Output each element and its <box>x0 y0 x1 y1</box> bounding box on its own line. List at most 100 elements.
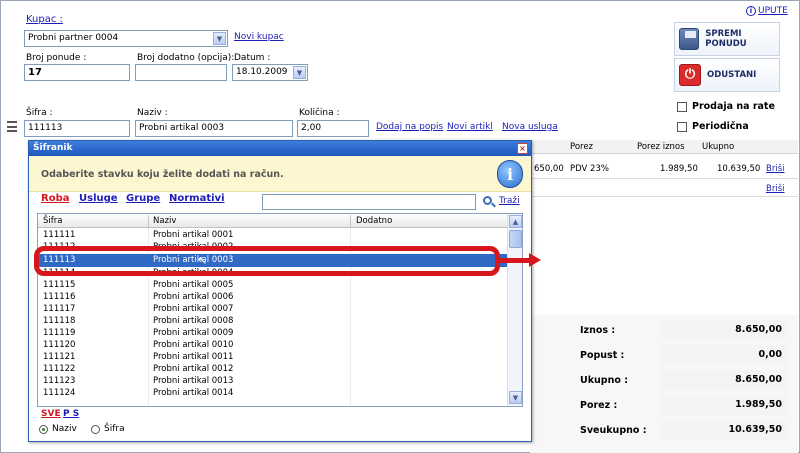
row-name: Probni artikal 0011 <box>153 352 234 362</box>
installments-checkbox[interactable] <box>677 102 687 112</box>
installments-label: Prodaja na rate <box>692 101 775 112</box>
sort-by-code-radio[interactable] <box>91 425 100 434</box>
row-code: 111118 <box>43 316 76 326</box>
row-code: 111123 <box>43 376 76 386</box>
date-label: Datum : <box>234 53 271 63</box>
list-icon[interactable] <box>7 121 17 132</box>
date-value: 18.10.2009 <box>236 67 288 77</box>
vertical-scrollbar[interactable]: ▲ ▼ <box>507 214 522 406</box>
extra-number-input[interactable] <box>135 64 227 81</box>
row-code: 111115 <box>43 280 76 290</box>
row-code: 111124 <box>43 388 76 398</box>
filter-all-link[interactable]: SVE <box>41 409 61 419</box>
item-name-label: Naziv : <box>137 108 168 118</box>
filter-ps-link[interactable]: P S <box>63 409 79 419</box>
catalog-list[interactable]: Šifra Naziv Dodatno 111111 Probni artikal… <box>37 213 523 407</box>
table-row[interactable]: 111117 Probni artikal 0007 <box>38 303 508 315</box>
customer-label[interactable]: Kupac : <box>26 14 63 25</box>
table-row[interactable]: 111115 Probni artikal 0005 <box>38 279 508 291</box>
item-code-input[interactable]: 111113 <box>24 120 130 137</box>
annotation-arrow <box>497 258 531 263</box>
save-offer-button[interactable]: SPREMI PONUDU <box>674 22 780 56</box>
row-code: 111122 <box>43 364 76 374</box>
table-row[interactable]: 111116 Probni artikal 0006 <box>38 291 508 303</box>
total-label-discount: Popust : <box>580 350 625 361</box>
selection-highlight-frame <box>34 246 500 276</box>
search-input[interactable] <box>262 194 476 210</box>
row-name: Probni artikal 0006 <box>153 292 234 302</box>
new-customer-link[interactable]: Novi kupac <box>234 32 284 42</box>
total-value-amount: 8.650,00 <box>660 320 788 340</box>
quantity-label: Količina : <box>299 108 340 118</box>
row-total: 10.639,50 <box>717 164 761 174</box>
item-code-value: 111113 <box>28 123 63 133</box>
sort-by-name-radio[interactable] <box>39 425 48 434</box>
row-amount: 650,00 <box>534 164 564 174</box>
help-link[interactable]: UPUTE <box>758 6 788 16</box>
tab-goods[interactable]: Roba <box>41 193 69 204</box>
offer-number-input[interactable]: 17 <box>24 64 130 81</box>
add-to-list-link[interactable]: Dodaj na popis <box>376 122 443 132</box>
date-picker[interactable]: 18.10.2009 ▼ <box>232 64 308 81</box>
search-link[interactable]: Traži <box>499 196 520 206</box>
close-icon[interactable]: × <box>517 143 528 154</box>
chevron-down-icon[interactable]: ▼ <box>213 32 226 45</box>
row-code: 111116 <box>43 292 76 302</box>
tab-services[interactable]: Usluge <box>79 193 118 204</box>
total-value-tax: 1.989,50 <box>660 395 788 415</box>
table-row[interactable]: 111121 Probni artikal 0011 <box>38 351 508 363</box>
row-name: Probni artikal 0007 <box>153 304 234 314</box>
tab-norms[interactable]: Normativi <box>169 193 225 204</box>
table-row[interactable]: 111122 Probni artikal 0012 <box>38 363 508 375</box>
customer-select-value: Probni partner 0004 <box>28 33 119 43</box>
catalog-list-header: Šifra Naziv Dodatno <box>38 214 508 228</box>
total-label-amount: Iznos : <box>580 325 616 336</box>
quantity-input[interactable]: 2,00 <box>297 120 369 137</box>
sort-by-name-label: Naziv <box>52 424 77 434</box>
quantity-value: 2,00 <box>301 123 322 133</box>
chevron-down-icon[interactable]: ▼ <box>293 66 306 79</box>
scroll-thumb[interactable] <box>509 230 522 248</box>
item-name-input[interactable]: Probni artikal 0003 <box>135 120 293 137</box>
scroll-down-icon[interactable]: ▼ <box>509 391 522 404</box>
item-name-value: Probni artikal 0003 <box>139 123 225 133</box>
table-row[interactable]: 111123 Probni artikal 0013 <box>38 375 508 387</box>
column-header: Porez iznos <box>637 142 685 152</box>
new-article-link[interactable]: Novi artikl <box>447 122 493 132</box>
column-header-name[interactable]: Naziv <box>153 216 176 226</box>
row-name: Probni artikal 0012 <box>153 364 234 374</box>
row-tax: PDV 23% <box>570 164 609 174</box>
row-code: 111111 <box>43 230 76 240</box>
table-row[interactable]: 111118 Probni artikal 0008 <box>38 315 508 327</box>
row-code: 111119 <box>43 328 76 338</box>
search-icon-handle <box>491 202 496 208</box>
delete-row-link[interactable]: Briši <box>766 184 784 194</box>
row-code: 111121 <box>43 352 76 362</box>
table-row[interactable]: 111120 Probni artikal 0010 <box>38 339 508 351</box>
table-row[interactable]: 111111 Probni artikal 0001 <box>38 229 508 241</box>
column-header-extra[interactable]: Dodatno <box>356 216 392 226</box>
delete-row-link[interactable]: Briši <box>766 164 784 174</box>
dialog-info-text: Odaberite stavku koju želite dodati na r… <box>41 169 284 180</box>
row-divider <box>530 196 798 197</box>
new-service-link[interactable]: Nova usluga <box>502 122 558 132</box>
column-header: Ukupno <box>702 142 735 152</box>
row-name: Probni artikal 0001 <box>153 230 234 240</box>
dialog-info-bar: Odaberite stavku koju želite dodati na r… <box>29 156 531 192</box>
scroll-up-icon[interactable]: ▲ <box>509 215 522 228</box>
total-label-tax: Porez : <box>580 400 618 411</box>
column-header-code[interactable]: Šifra <box>43 216 62 226</box>
periodic-checkbox[interactable] <box>677 122 687 132</box>
cancel-button[interactable]: ⏻ ODUSTANI <box>674 58 780 92</box>
dialog-title: Šifranik <box>33 143 73 153</box>
row-tax-amount: 1.989,50 <box>660 164 698 174</box>
tab-groups[interactable]: Grupe <box>126 193 160 204</box>
cancel-label: ODUSTANI <box>707 70 757 80</box>
total-label-grand: Sveukupno : <box>580 425 647 436</box>
extra-number-label: Broj dodatno (opcija): <box>137 53 235 63</box>
table-row[interactable]: 111124 Probni artikal 0014 <box>38 387 508 399</box>
table-row[interactable]: 111119 Probni artikal 0009 <box>38 327 508 339</box>
customer-select[interactable]: Probni partner 0004 ▼ <box>24 30 228 47</box>
help-icon[interactable]: i <box>746 6 756 16</box>
row-divider <box>530 178 798 179</box>
